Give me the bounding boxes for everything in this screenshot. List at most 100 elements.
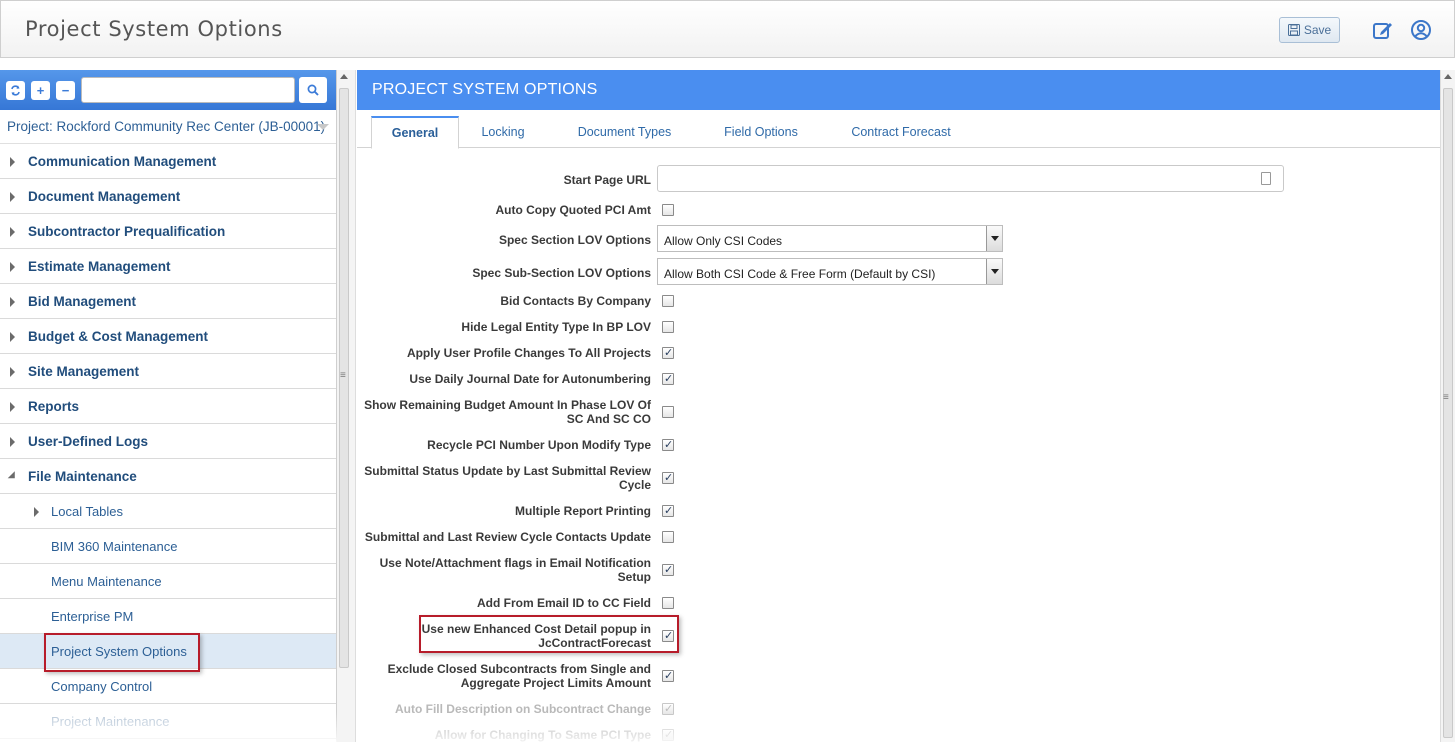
apply-profile-checkbox[interactable]: ✓ [662, 347, 674, 359]
title-bar: Project System Options Save [0, 0, 1455, 58]
caret-right-icon [10, 402, 15, 412]
menu-item-menu-maintenance[interactable]: Menu Maintenance [0, 564, 336, 599]
menu-item-enterprise-pm[interactable]: Enterprise PM [0, 599, 336, 634]
caret-down-icon [7, 471, 19, 482]
add-from-email-checkbox[interactable] [662, 597, 674, 609]
submittal-status-checkbox[interactable]: ✓ [662, 472, 674, 484]
menu-item-company-control[interactable]: Company Control [0, 669, 336, 704]
auto-fill-checkbox[interactable]: ✓ [662, 703, 674, 715]
menu-search-input[interactable] [81, 77, 295, 103]
spec-section-select[interactable]: Allow Only CSI Codes [657, 225, 1003, 252]
caret-right-icon [10, 192, 15, 202]
tab-general[interactable]: General [371, 116, 459, 149]
floppy-disk-icon [1287, 24, 1300, 36]
menu-item-local-tables[interactable]: Local Tables [0, 494, 336, 529]
user-profile-icon[interactable] [1410, 19, 1432, 41]
grip-icon: ≡ [1443, 392, 1449, 403]
submittal-contacts-checkbox[interactable] [662, 531, 674, 543]
menu-item-label: Menu Maintenance [51, 573, 162, 589]
collapse-all-button[interactable]: − [56, 81, 75, 100]
field-label: Allow for Changing To Same PCI Type [434, 728, 651, 742]
spec-sub-section-select[interactable]: Allow Both CSI Code & Free Form (Default… [657, 258, 1003, 285]
tab-locking[interactable]: Locking [463, 116, 543, 148]
scroll-up-arrow-icon [340, 74, 348, 79]
menu-item-label: Company Control [51, 678, 153, 694]
allow-changing-checkbox[interactable]: ✓ [662, 729, 674, 741]
caret-right-icon [34, 507, 39, 517]
chevron-down-icon [986, 226, 1002, 251]
menu-item-bid-management[interactable]: Bid Management [0, 284, 336, 319]
multiple-report-checkbox[interactable]: ✓ [662, 505, 674, 517]
hide-legal-checkbox[interactable] [662, 321, 674, 333]
recycle-pci-checkbox[interactable]: ✓ [662, 439, 674, 451]
menu-item-project-maintenance[interactable]: Project Maintenance [0, 704, 336, 739]
daily-journal-checkbox[interactable]: ✓ [662, 373, 674, 385]
check-icon: ✓ [664, 703, 674, 715]
menu-item-label: Enterprise PM [51, 608, 134, 624]
scroll-up-arrow-icon [1444, 74, 1452, 79]
menu-item-label: Bid Management [28, 293, 137, 309]
navigation-toolbar: + − [0, 70, 336, 110]
menu-item-subcontractor-prequalification[interactable]: Subcontractor Prequalification [0, 214, 336, 249]
tab-contract-forecast[interactable]: Contract Forecast [839, 116, 963, 148]
auto-copy-checkbox[interactable] [662, 204, 674, 216]
menu-item-budget-cost-management[interactable]: Budget & Cost Management [0, 319, 336, 354]
field-label: Auto Copy Quoted PCI Amt [495, 203, 651, 217]
menu-list: Communication Management Document Manage… [0, 144, 336, 739]
menu-item-communication-management[interactable]: Communication Management [0, 144, 336, 179]
field-label: Multiple Report Printing [515, 504, 651, 518]
tab-field-options[interactable]: Field Options [709, 116, 813, 148]
caret-right-icon [10, 332, 15, 342]
menu-item-estimate-management[interactable]: Estimate Management [0, 249, 336, 284]
refresh-button[interactable] [6, 81, 25, 100]
save-button[interactable]: Save [1279, 17, 1340, 43]
menu-item-site-management[interactable]: Site Management [0, 354, 336, 389]
field-label: Submittal and Last Review Cycle Contacts… [364, 530, 651, 544]
search-button[interactable] [299, 77, 327, 103]
menu-item-document-management[interactable]: Document Management [0, 179, 336, 214]
document-icon [1261, 172, 1271, 185]
refresh-icon [11, 85, 20, 96]
panel-splitter[interactable]: ≡ [337, 70, 356, 742]
scrollbar-thumb[interactable] [1443, 88, 1453, 738]
search-icon [307, 84, 319, 96]
field-label: Bid Contacts By Company [500, 294, 651, 308]
content-scrollbar[interactable]: ≡ [1440, 70, 1455, 742]
field-label: Auto Fill Description on Subcontract Cha… [394, 702, 651, 716]
field-label: Use Daily Journal Date for Autonumbering [409, 372, 651, 386]
check-icon: ✓ [664, 670, 674, 682]
start-page-url-input[interactable] [657, 165, 1284, 192]
edit-icon[interactable] [1372, 19, 1394, 41]
enhanced-cost-checkbox[interactable]: ✓ [662, 630, 674, 642]
save-button-label: Save [1303, 23, 1332, 37]
caret-right-icon [10, 262, 15, 272]
menu-item-label: Project Maintenance [51, 713, 170, 729]
menu-item-label: Local Tables [51, 503, 124, 519]
menu-item-reports[interactable]: Reports [0, 389, 336, 424]
caret-right-icon [10, 437, 15, 447]
check-icon: ✓ [664, 564, 674, 576]
check-icon: ✓ [664, 505, 674, 517]
field-label: Add From Email ID to CC Field [476, 596, 651, 610]
minus-icon: − [61, 83, 70, 98]
check-icon: ✓ [664, 439, 674, 451]
check-icon: ✓ [664, 472, 674, 484]
menu-item-file-maintenance[interactable]: File Maintenance [0, 459, 336, 494]
project-selector[interactable]: Project: Rockford Community Rec Center (… [0, 110, 336, 144]
menu-item-label: Subcontractor Prequalification [28, 223, 226, 239]
tab-bar: General Locking Document Types Field Opt… [357, 110, 1440, 149]
menu-item-bim-360-maintenance[interactable]: BIM 360 Maintenance [0, 529, 336, 564]
tab-document-types[interactable]: Document Types [562, 116, 687, 148]
expand-all-button[interactable]: + [31, 81, 50, 100]
navigation-panel: + − Project: Rockford Community Rec Cent… [0, 70, 337, 742]
menu-item-project-system-options[interactable]: Project System Options [0, 634, 336, 669]
remaining-budget-checkbox[interactable] [662, 406, 674, 418]
note-attachment-checkbox[interactable]: ✓ [662, 564, 674, 576]
bid-contacts-checkbox[interactable] [662, 295, 674, 307]
field-label: Spec Sub-Section LOV Options [472, 266, 651, 280]
menu-item-user-defined-logs[interactable]: User-Defined Logs [0, 424, 336, 459]
caret-right-icon [10, 297, 15, 307]
select-value: Allow Only CSI Codes [664, 234, 783, 248]
exclude-closed-checkbox[interactable]: ✓ [662, 670, 674, 682]
menu-item-label: Communication Management [28, 153, 217, 169]
